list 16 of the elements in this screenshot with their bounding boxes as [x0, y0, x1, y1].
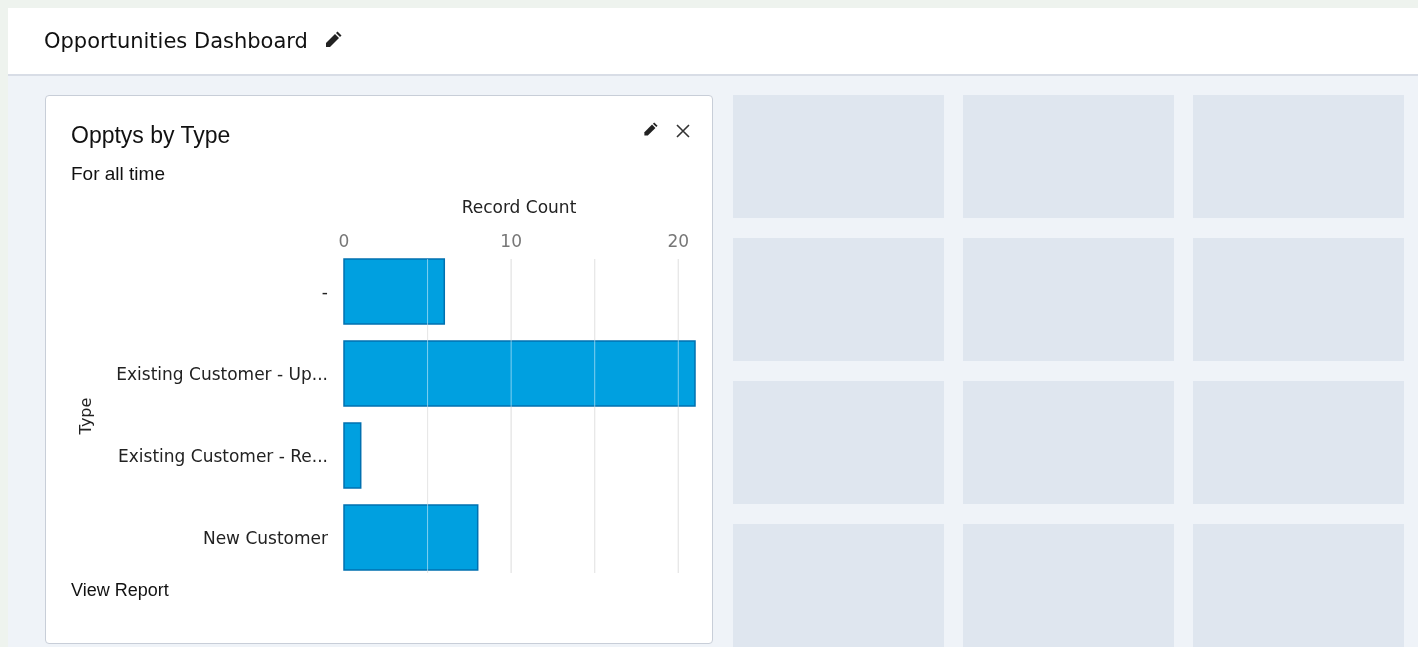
view-report-link[interactable]: View Report — [71, 580, 169, 601]
axis-title: Type — [76, 397, 95, 435]
tick-label: 10 — [500, 231, 522, 251]
widget-title: Opptys by Type — [71, 122, 231, 149]
tick-label: 0 — [338, 231, 350, 251]
dashboard-title: Opportunities Dashboard — [44, 29, 308, 53]
widget-subtitle: For all time — [71, 163, 165, 185]
bar — [343, 422, 362, 489]
category-label: New Customer — [202, 527, 328, 548]
close-icon[interactable] — [676, 123, 690, 138]
category-label: Existing Customer - Up... — [116, 363, 328, 384]
category-label: - — [321, 281, 328, 302]
tick-label: 20 — [667, 231, 690, 251]
axis-title: Record Count — [461, 197, 577, 217]
edit-icon[interactable] — [641, 122, 658, 139]
category-label: Existing Customer - Re... — [118, 445, 328, 466]
